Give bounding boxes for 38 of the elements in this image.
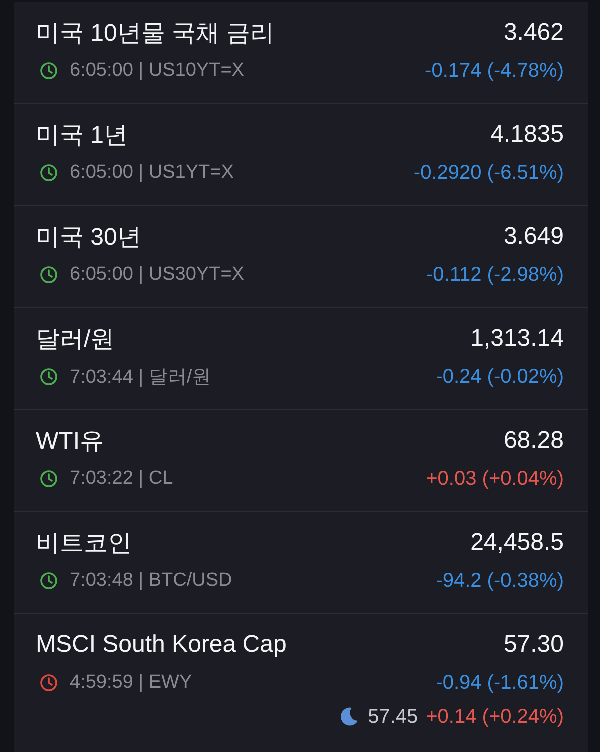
quote-row[interactable]: 미국 10년물 국채 금리 3.462 6:05:00 | US10YT=X -0.174 (-4.78%) bbox=[14, 2, 588, 104]
quote-price: 24,458.5 bbox=[470, 529, 564, 557]
quote-price: 68.28 bbox=[504, 427, 564, 455]
quote-name: 달러/원 bbox=[36, 325, 115, 355]
quote-change: -0.94 (-1.61%) bbox=[436, 672, 564, 694]
quote-change: -0.2920 (-6.51%) bbox=[414, 162, 564, 184]
quote-name: 미국 10년물 국채 금리 bbox=[36, 19, 275, 49]
quote-price: 4.1835 bbox=[490, 121, 564, 149]
quote-name: WTI유 bbox=[36, 427, 104, 457]
quote-row[interactable]: 미국 30년 3.649 6:05:00 | US30YT=X -0.112 (-2.98%) bbox=[14, 206, 588, 308]
quote-row[interactable]: WTI유 68.28 7:03:22 | CL +0.03 (+0.04%) bbox=[14, 410, 588, 512]
quote-name: 미국 1년 bbox=[36, 121, 128, 151]
quote-time-symbol: 7:03:22 | CL bbox=[70, 468, 174, 490]
moon-icon bbox=[338, 706, 360, 728]
quote-price: 57.30 bbox=[504, 631, 564, 659]
quote-price: 3.462 bbox=[504, 19, 564, 47]
quote-time-symbol: 6:05:00 | US10YT=X bbox=[70, 60, 246, 82]
quote-time-symbol: 6:05:00 | US30YT=X bbox=[70, 264, 246, 286]
quote-change: -0.24 (-0.02%) bbox=[436, 366, 564, 388]
quote-row[interactable]: MSCI South Korea Cap 57.30 4:59:59 | EWY -0.94 (-1.61%) 57.45 +0.14 (+0.24%) bbox=[14, 614, 588, 734]
quote-row[interactable]: 비트코인 24,458.5 7:03:48 | BTC/USD -94.2 (-0.38%) bbox=[14, 512, 588, 614]
after-hours-price: 57.45 bbox=[368, 706, 418, 728]
quote-price: 1,313.14 bbox=[470, 325, 564, 353]
quote-change: +0.03 (+0.04%) bbox=[426, 468, 564, 490]
quote-time-symbol: 4:59:59 | EWY bbox=[70, 672, 194, 694]
quote-time-symbol: 7:03:48 | BTC/USD bbox=[70, 570, 234, 592]
after-hours-change: +0.14 (+0.24%) bbox=[426, 706, 564, 728]
quote-name: 비트코인 bbox=[36, 529, 132, 559]
quote-name: 미국 30년 bbox=[36, 223, 142, 253]
quote-time-symbol: 6:05:00 | US1YT=X bbox=[70, 162, 235, 184]
quote-change: -94.2 (-0.38%) bbox=[436, 570, 564, 592]
quote-row[interactable]: 미국 1년 4.1835 6:05:00 | US1YT=X -0.2920 (-6.51%) bbox=[14, 104, 588, 206]
quote-name: MSCI South Korea Cap bbox=[36, 631, 287, 659]
quote-change: -0.174 (-4.78%) bbox=[425, 60, 564, 82]
quote-price: 3.649 bbox=[504, 223, 564, 251]
quote-change: -0.112 (-2.98%) bbox=[426, 264, 564, 286]
quote-row[interactable]: 달러/원 1,313.14 7:03:44 | 달러/원 -0.24 (-0.02%) bbox=[14, 308, 588, 410]
quote-time-symbol: 7:03:44 | 달러/원 bbox=[70, 366, 212, 390]
